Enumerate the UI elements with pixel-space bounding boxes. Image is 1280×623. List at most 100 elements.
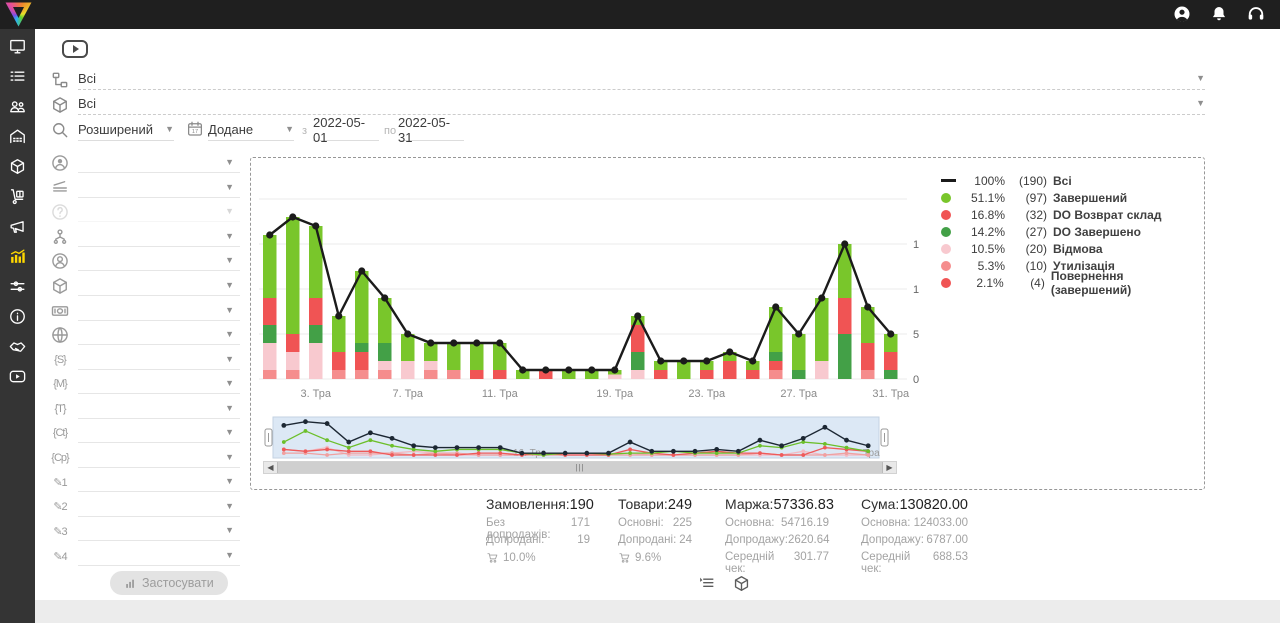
line-swatch bbox=[941, 179, 956, 182]
scroll-left-arrow[interactable]: ◀ bbox=[264, 462, 277, 473]
product-select[interactable]: Всі ▼ bbox=[78, 93, 1205, 115]
chevron-down-icon: ▼ bbox=[225, 306, 234, 315]
legend-item[interactable]: 2.1%(4)Повернення (завершений) bbox=[941, 274, 1204, 291]
chevron-down-icon: ▼ bbox=[225, 551, 234, 560]
filter-select[interactable]: ▼ bbox=[78, 251, 240, 271]
date-to-input[interactable]: 2022-05-31 bbox=[398, 119, 464, 141]
filter-select[interactable]: ▼ bbox=[78, 325, 240, 345]
sidebar-item-info[interactable] bbox=[8, 307, 27, 326]
navigator-scrollbar[interactable]: ◀ ||| ▶ bbox=[263, 461, 897, 474]
glyph-icon: ✎3 bbox=[50, 525, 70, 538]
chevron-down-icon: ▼ bbox=[225, 330, 234, 339]
filter-select[interactable]: ▼ bbox=[78, 350, 240, 370]
svg-text:0: 0 bbox=[913, 374, 919, 386]
glyph-icon: ✎2 bbox=[50, 500, 70, 513]
filter-select[interactable]: ▼ bbox=[78, 178, 240, 198]
search-mode-select[interactable]: Розширений ▼ bbox=[78, 119, 174, 141]
filter-select[interactable]: ▼ bbox=[78, 448, 240, 468]
chevron-down-icon: ▼ bbox=[225, 526, 234, 535]
calendar-icon: 17 bbox=[186, 120, 204, 138]
video-help-button[interactable] bbox=[62, 40, 88, 58]
scroll-right-arrow[interactable]: ▶ bbox=[883, 462, 896, 473]
upsell-percent: 9.6% bbox=[618, 551, 692, 564]
stat-value: 57336.83 bbox=[773, 497, 833, 513]
filter-select[interactable]: ▼ bbox=[78, 521, 240, 541]
dot-swatch bbox=[941, 193, 951, 203]
footer-band bbox=[35, 600, 1280, 623]
stat-subrow: Середній чек:688.53 bbox=[861, 551, 968, 567]
apply-button[interactable]: Застосувати bbox=[110, 571, 228, 595]
filter-select[interactable]: ▼ bbox=[78, 202, 240, 222]
legend-label: Повернення (завершений) bbox=[1051, 269, 1204, 297]
filter-select[interactable]: ▼ bbox=[78, 546, 240, 566]
filter-row-globe-user: ▼ bbox=[50, 151, 240, 176]
filter-select[interactable]: ▼ bbox=[78, 153, 240, 173]
list-view-toggle[interactable] bbox=[697, 574, 716, 593]
filter-select[interactable]: ▼ bbox=[78, 399, 240, 419]
filter-select[interactable]: ▼ bbox=[78, 374, 240, 394]
scrollbar-thumb[interactable]: ||| bbox=[277, 462, 883, 473]
filter-row-banknote: ▼ bbox=[50, 298, 240, 323]
sidebar-item-analytics[interactable] bbox=[8, 247, 27, 266]
sidebar-item-warehouse[interactable] bbox=[8, 127, 27, 146]
product-view-toggle[interactable] bbox=[732, 574, 751, 593]
sidebar-item-video[interactable] bbox=[8, 367, 27, 386]
chevron-down-icon: ▼ bbox=[225, 428, 234, 437]
dot-swatch bbox=[941, 210, 951, 220]
date-from-input[interactable]: 2022-05-01 bbox=[313, 119, 379, 141]
legend-item[interactable]: 100%(190)Всі bbox=[941, 172, 1204, 189]
sidebar-item-customers[interactable] bbox=[8, 97, 27, 116]
legend-count: (97) bbox=[1005, 191, 1047, 205]
user-account-icon[interactable] bbox=[1172, 4, 1192, 24]
legend-item[interactable]: 51.1%(97)Завершений bbox=[941, 189, 1204, 206]
sidebar-item-dashboard[interactable] bbox=[8, 37, 27, 56]
dot-swatch bbox=[941, 261, 951, 271]
filter-row-{S}: {S}▼ bbox=[50, 347, 240, 372]
stat-subrow: Допродані:19 bbox=[486, 534, 590, 550]
sidebar-item-orders[interactable] bbox=[8, 67, 27, 86]
orders-stacked-chart[interactable]: 0510153. Тра7. Тра11. Тра19. Тра23. Тра2… bbox=[259, 163, 919, 403]
chevron-down-icon: ▼ bbox=[165, 125, 174, 134]
filter-row-{M}: {M}▼ bbox=[50, 372, 240, 397]
stat-value: 130820.00 bbox=[899, 497, 968, 513]
sidebar-item-products[interactable] bbox=[8, 157, 27, 176]
filter-select[interactable]: ▼ bbox=[78, 301, 240, 321]
app-logo[interactable] bbox=[5, 2, 32, 27]
legend-label: DO Завершено bbox=[1053, 225, 1141, 239]
legend-item[interactable]: 16.8%(32)DO Возврат склад bbox=[941, 206, 1204, 223]
filter-select[interactable]: ▼ bbox=[78, 497, 240, 517]
sitemap-icon bbox=[50, 227, 70, 247]
filter-select[interactable]: ▼ bbox=[78, 227, 240, 247]
date-field-select[interactable]: Додане ▼ bbox=[208, 119, 294, 141]
apply-button-label: Застосувати bbox=[142, 576, 214, 590]
category-select[interactable]: Всі ▼ bbox=[78, 68, 1205, 90]
filter-row-{T}: {T}▼ bbox=[50, 396, 240, 421]
sidebar-item-supply[interactable] bbox=[8, 187, 27, 206]
support-headset-icon[interactable] bbox=[1246, 4, 1266, 24]
filter-select[interactable]: ▼ bbox=[78, 423, 240, 443]
chart-navigator[interactable]: 16. ТраТра bbox=[263, 416, 897, 460]
filter-select[interactable]: ▼ bbox=[78, 472, 240, 492]
filter-row-cube: ▼ bbox=[50, 274, 240, 299]
filter-row-✎1: ✎1 ▼ bbox=[50, 470, 240, 495]
legend-pct: 16.8% bbox=[961, 208, 1005, 222]
filter-select[interactable]: ▼ bbox=[78, 276, 240, 296]
stat-subrow: Без допродажів:171 bbox=[486, 517, 590, 533]
notifications-bell-icon[interactable] bbox=[1209, 4, 1229, 24]
chevron-down-icon: ▼ bbox=[225, 477, 234, 486]
date-to-label: по bbox=[384, 125, 396, 137]
chevron-down-icon: ▼ bbox=[225, 232, 234, 241]
sidebar-item-settings[interactable] bbox=[8, 277, 27, 296]
app-window: Всі ▼ Всі ▼ Розширений ▼ 17 Додане ▼ з 2… bbox=[0, 0, 1280, 623]
sidebar-item-marketing[interactable] bbox=[8, 217, 27, 236]
glyph-icon: ✎1 bbox=[50, 476, 70, 489]
sidebar-item-partners[interactable] bbox=[8, 337, 27, 356]
search-icon bbox=[50, 120, 70, 140]
legend-pct: 2.1% bbox=[961, 276, 1004, 290]
legend-item[interactable]: 14.2%(27)DO Завершено bbox=[941, 223, 1204, 240]
svg-text:Тра: Тра bbox=[863, 448, 880, 459]
chevron-down-icon: ▼ bbox=[225, 158, 234, 167]
view-toggles bbox=[697, 574, 751, 593]
svg-text:5: 5 bbox=[913, 329, 919, 341]
legend-item[interactable]: 10.5%(20)Відмова bbox=[941, 240, 1204, 257]
